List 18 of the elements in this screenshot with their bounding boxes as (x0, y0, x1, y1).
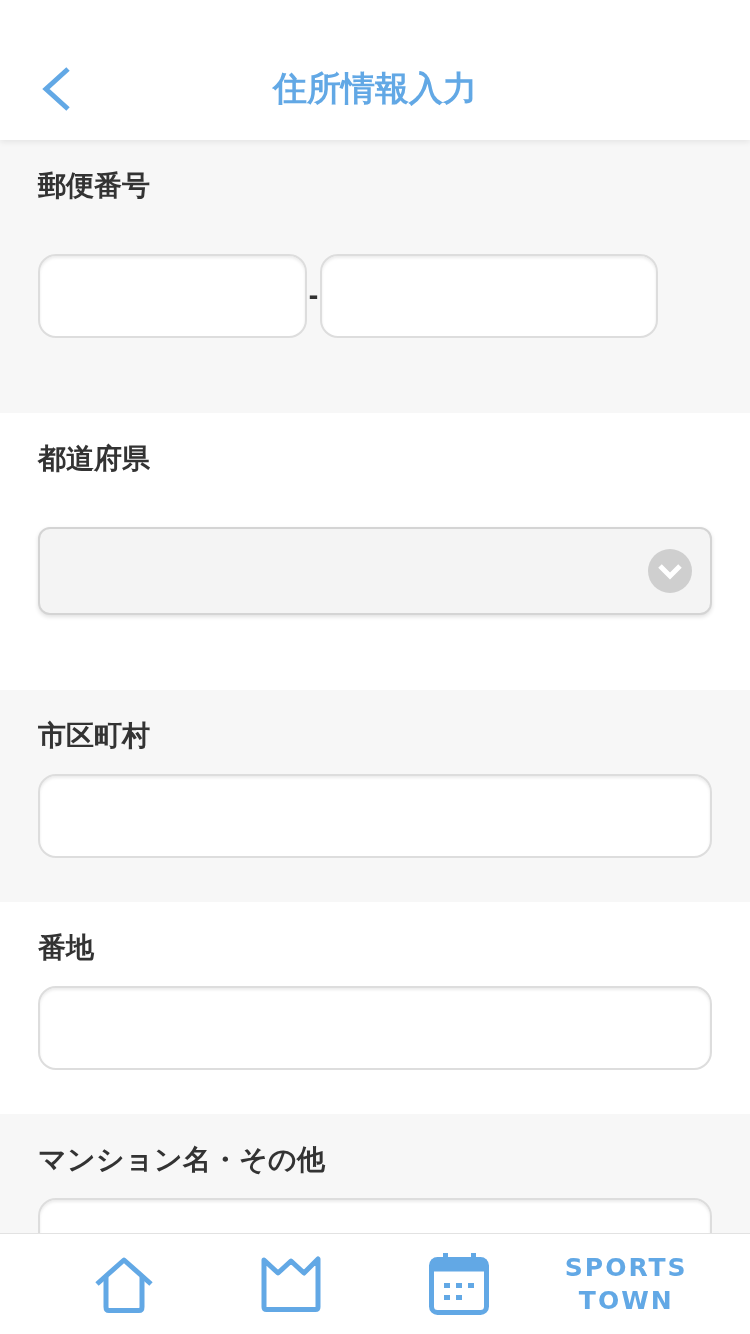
logo-text[interactable]: SPORTS TOWN (564, 1251, 688, 1317)
page-title: 住所情報入力 (273, 67, 477, 110)
back-icon[interactable] (40, 66, 72, 112)
field-label: マンション名・その他 (38, 1142, 326, 1178)
field-label: 都道府県 (38, 441, 151, 477)
prefecture-dropdown[interactable] (38, 527, 712, 615)
text-field[interactable] (38, 774, 712, 858)
field-label: 市区町村 (38, 718, 151, 754)
chevron-down-icon (648, 549, 692, 593)
home-icon[interactable] (93, 1255, 154, 1313)
hyphen-separator: - (307, 281, 320, 311)
crown-icon[interactable] (261, 1256, 322, 1312)
field-label: 郵便番号 (38, 168, 151, 204)
text-field[interactable] (38, 986, 712, 1070)
field-label: 番地 (38, 930, 95, 966)
postal-code-field[interactable] (38, 254, 307, 338)
calendar-icon[interactable] (428, 1253, 489, 1315)
postal-code-field[interactable] (320, 254, 658, 338)
